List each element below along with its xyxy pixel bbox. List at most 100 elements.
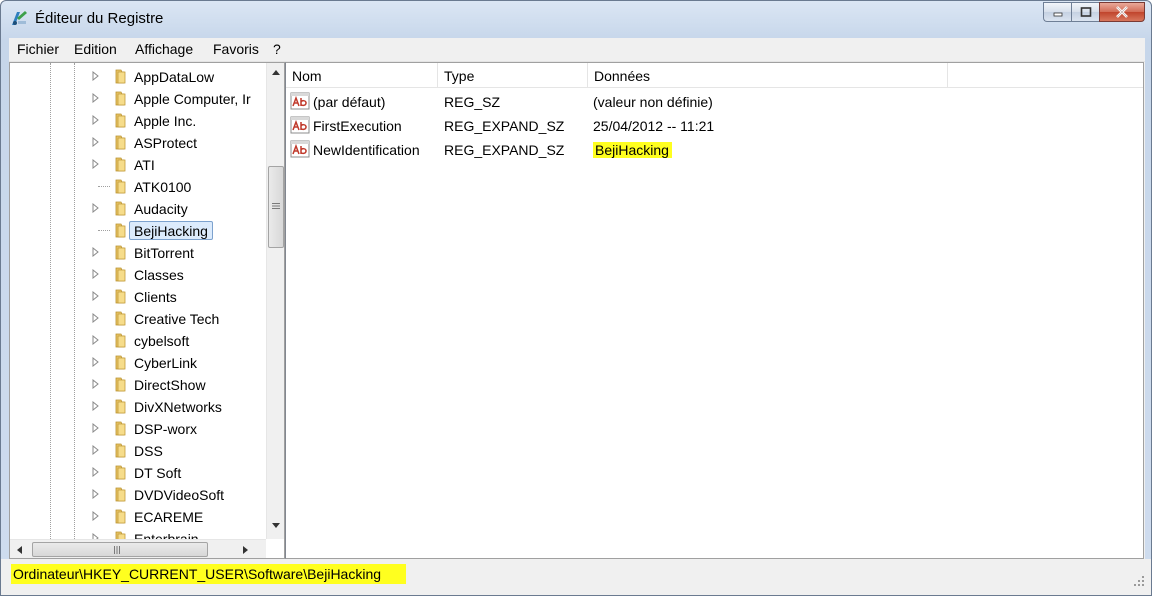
tree-item[interactable]: cybelsoft [10, 329, 266, 351]
key-tree-pane[interactable]: AppDataLow Apple Computer, Ir Apple Inc. AS… [9, 62, 285, 559]
tree-item-label: ECAREME [134, 509, 204, 525]
tree-item[interactable]: ECAREME [10, 505, 266, 527]
tree-item[interactable]: BitTorrent [10, 241, 266, 263]
expand-arrow-icon[interactable] [92, 247, 100, 257]
maximize-icon [1080, 7, 1091, 17]
tree-item[interactable]: Creative Tech [10, 307, 266, 329]
tree-item[interactable]: Clients [10, 285, 266, 307]
column-header-nom[interactable]: Nom [286, 63, 438, 88]
tree-item[interactable]: CyberLink [10, 351, 266, 373]
tree-item[interactable]: DirectShow [10, 373, 266, 395]
tree-item[interactable]: DSS [10, 439, 266, 461]
minimize-button[interactable] [1043, 2, 1071, 22]
scroll-down-arrow-icon[interactable] [271, 522, 281, 530]
close-button[interactable] [1099, 2, 1145, 22]
tree-item[interactable]: DVDVideoSoft [10, 483, 266, 505]
expand-arrow-icon[interactable] [92, 313, 100, 323]
menu-favoris[interactable]: Favoris [213, 41, 259, 57]
expand-arrow-icon[interactable] [92, 423, 100, 433]
window-title: Éditeur du Registre [35, 10, 164, 27]
menu-edition[interactable]: Edition [74, 41, 117, 57]
tree-vertical-scrollbar[interactable] [266, 63, 284, 539]
value-row[interactable]: FirstExecution REG_EXPAND_SZ 25/04/2012 --… [286, 114, 1143, 138]
status-key-path: Ordinateur\HKEY_CURRENT_USER\Software\Be… [11, 564, 406, 584]
tree-item[interactable]: AppDataLow [10, 65, 266, 87]
expand-arrow-icon[interactable] [92, 467, 100, 477]
tree-item-label: DSP-worx [134, 421, 198, 437]
value-data: 25/04/2012 -- 11:21 [593, 118, 715, 134]
minimize-icon [1053, 12, 1062, 17]
column-header-type[interactable]: Type [438, 63, 588, 88]
expand-arrow-icon[interactable] [92, 357, 100, 367]
tree-item-label: ATI [134, 157, 155, 173]
tree-vertical-scroll-thumb[interactable] [268, 166, 284, 248]
expand-arrow-icon[interactable] [92, 379, 100, 389]
registry-editor-icon [12, 11, 27, 25]
menu-fichier[interactable]: Fichier [17, 41, 59, 57]
value-data: (valeur non définie) [593, 94, 713, 110]
tree-item[interactable]: ATI [10, 153, 266, 175]
scroll-right-arrow-icon[interactable] [242, 545, 250, 555]
tree-item-label: ASProtect [134, 135, 198, 151]
expand-arrow-icon[interactable] [92, 489, 100, 499]
expand-arrow-icon[interactable] [92, 71, 100, 81]
status-bar: Ordinateur\HKEY_CURRENT_USER\Software\Be… [1, 559, 1151, 595]
tree-item[interactable]: Apple Computer, Ir [10, 87, 266, 109]
value-type: REG_SZ [444, 94, 501, 110]
expand-arrow-icon[interactable] [92, 203, 100, 213]
value-name: NewIdentification [313, 142, 420, 158]
expand-arrow-icon[interactable] [92, 335, 100, 345]
expand-arrow-icon[interactable] [92, 159, 100, 169]
scroll-left-arrow-icon[interactable] [15, 545, 23, 555]
grip-icon [114, 546, 120, 554]
value-row[interactable]: (par défaut) REG_SZ (valeur non définie) [286, 90, 1143, 114]
values-list-pane[interactable]: Nom Type Données (par défaut) REG_SZ (vale… [285, 62, 1144, 559]
tree-connector [98, 230, 110, 231]
tree-item[interactable]: ATK0100 [10, 175, 266, 197]
maximize-button[interactable] [1071, 2, 1099, 22]
menu-bar: Fichier Edition Affichage Favoris ? [9, 38, 1145, 62]
expand-arrow-icon[interactable] [92, 269, 100, 279]
client-area: AppDataLow Apple Computer, Ir Apple Inc. AS… [9, 62, 1145, 559]
tree-item-label: cybelsoft [134, 333, 190, 349]
expand-arrow-icon[interactable] [92, 93, 100, 103]
value-row[interactable]: NewIdentification REG_EXPAND_SZ BejiHackin… [286, 138, 1143, 162]
window-controls [1043, 2, 1145, 22]
tree-item-label: Apple Inc. [134, 113, 197, 129]
expand-arrow-icon[interactable] [92, 445, 100, 455]
menu-affichage[interactable]: Affichage [135, 41, 193, 57]
tree-horizontal-scroll-thumb[interactable] [32, 542, 208, 557]
expand-arrow-icon[interactable] [92, 401, 100, 411]
tree-item[interactable]: DivXNetworks [10, 395, 266, 417]
tree-item-label: Clients [134, 289, 177, 305]
key-tree: AppDataLow Apple Computer, Ir Apple Inc. AS… [10, 63, 266, 539]
expand-arrow-icon[interactable] [92, 115, 100, 125]
tree-item[interactable]: DSP-worx [10, 417, 266, 439]
value-type: REG_EXPAND_SZ [444, 118, 565, 134]
tree-item[interactable]: BejiHacking [10, 219, 266, 241]
resize-grip-icon[interactable] [1133, 575, 1145, 587]
menu-help[interactable]: ? [273, 41, 281, 57]
tree-item-label: Classes [134, 267, 184, 283]
tree-horizontal-scrollbar[interactable] [10, 539, 266, 558]
column-header-donnees[interactable]: Données [588, 63, 948, 88]
tree-item[interactable]: Audacity [10, 197, 266, 219]
value-name: FirstExecution [313, 118, 402, 134]
expand-arrow-icon[interactable] [92, 511, 100, 521]
tree-item[interactable]: Classes [10, 263, 266, 285]
title-bar[interactable]: Éditeur du Registre [1, 1, 1151, 37]
scroll-up-arrow-icon[interactable] [271, 68, 281, 76]
value-name: (par défaut) [313, 94, 386, 110]
expand-arrow-icon[interactable] [92, 137, 100, 147]
tree-item[interactable]: Enterbrain [10, 527, 266, 539]
tree-item[interactable]: Apple Inc. [10, 109, 266, 131]
value-data: BejiHacking [593, 142, 672, 158]
tree-item-label: DivXNetworks [134, 399, 222, 415]
expand-arrow-icon[interactable] [92, 291, 100, 301]
tree-item-label: Enterbrain [134, 531, 199, 539]
tree-item-label: CyberLink [134, 355, 198, 371]
tree-item[interactable]: ASProtect [10, 131, 266, 153]
value-type: REG_EXPAND_SZ [444, 142, 565, 158]
tree-item[interactable]: DT Soft [10, 461, 266, 483]
tree-item-label: Apple Computer, Ir [134, 91, 251, 107]
